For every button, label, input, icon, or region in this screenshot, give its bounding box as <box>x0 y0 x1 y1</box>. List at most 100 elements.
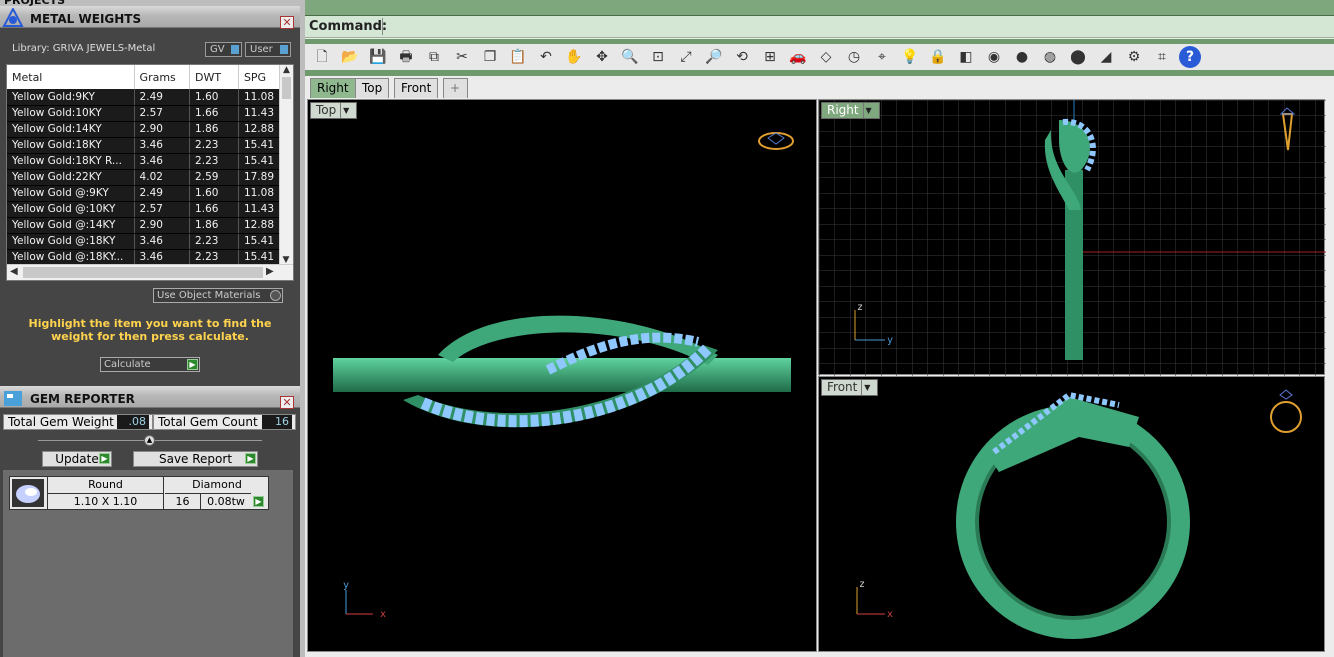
viewport-front-label[interactable]: Front ▼ <box>821 379 879 396</box>
spotlight-icon[interactable]: ◢ <box>1095 46 1117 68</box>
table-hscrollbar[interactable]: ◀ ▶ <box>7 264 293 280</box>
collapse-handle-icon[interactable]: ▲ <box>144 435 155 446</box>
new-file-icon[interactable]: 🗋 <box>311 46 333 68</box>
copy-file-icon[interactable]: ⧉ <box>423 46 445 68</box>
snap-icon[interactable]: ⌖ <box>871 46 893 68</box>
axis-y-label: y <box>343 580 349 591</box>
gv-toggle[interactable]: GV <box>205 42 242 57</box>
axis-z-label: z <box>859 579 865 590</box>
update-button[interactable]: Update ▶ <box>42 451 112 467</box>
dwt-cell: 1.60 <box>189 89 239 106</box>
table-row[interactable]: Yellow Gold @:18KY... 3.46 2.23 15.41 <box>7 249 280 265</box>
metal-table: Metal Grams DWT SPG Yellow Gold:9KY 2.49 1… <box>6 64 294 281</box>
dimension-icon[interactable]: ⌗ <box>1151 46 1173 68</box>
undo-icon[interactable]: ↶ <box>535 46 557 68</box>
viewport-top[interactable]: Top ▼ y x <box>307 99 817 652</box>
metal-weights-title: METAL WEIGHTS <box>30 12 142 26</box>
user-toggle[interactable]: User <box>245 42 291 57</box>
render-icon[interactable]: ◍ <box>1039 46 1061 68</box>
lock-icon[interactable]: 🔒 <box>927 46 949 68</box>
open-folder-icon[interactable]: 📂 <box>339 46 361 68</box>
table-row[interactable]: Yellow Gold @:14KY 2.90 1.86 12.88 <box>7 217 280 234</box>
grams-cell: 3.46 <box>134 137 191 154</box>
tab-top[interactable]: Top <box>355 78 390 98</box>
table-row[interactable]: Yellow Gold:18KY 3.46 2.23 15.41 <box>7 137 280 154</box>
table-row[interactable]: Yellow Gold:9KY 2.49 1.60 11.08 <box>7 89 280 106</box>
tab-add[interactable]: + <box>443 78 468 98</box>
col-metal[interactable]: Metal <box>7 65 135 89</box>
four-viewports-icon[interactable]: ⊞ <box>759 46 781 68</box>
metal-cell: Yellow Gold @:14KY <box>7 217 135 234</box>
tab-front[interactable]: Front <box>394 78 439 98</box>
copy-icon[interactable]: ❐ <box>479 46 501 68</box>
table-row[interactable]: Yellow Gold:14KY 2.90 1.86 12.88 <box>7 121 280 138</box>
hscroll-thumb[interactable] <box>23 267 263 278</box>
col-dwt[interactable]: DWT <box>189 65 239 89</box>
dwt-cell: 1.60 <box>189 185 239 202</box>
grams-cell: 4.02 <box>134 169 191 186</box>
total-gem-weight: Total Gem Weight .08 <box>3 414 153 430</box>
close-icon[interactable]: ✕ <box>280 396 294 409</box>
scroll-left-icon[interactable]: ◀ <box>10 266 18 277</box>
table-row[interactable]: Yellow Gold:18KY R... 3.46 2.23 15.41 <box>7 153 280 170</box>
paste-icon[interactable]: 📋 <box>507 46 529 68</box>
hint-text: Highlight the item you want to find the … <box>28 317 272 343</box>
col-grams[interactable]: Grams <box>134 65 191 89</box>
surface-icon[interactable]: ◇ <box>815 46 837 68</box>
play-icon: ▶ <box>187 359 198 370</box>
main-area: Command: 🗋 📂 💾 🖶 ⧉ ✂ ❐ 📋 ↶ ✋ ✥ 🔍 ⊡ ⤢ 🔎 ⟲ ⊞ 🚗 ◇ ◷ ⌖ 💡 🔒 ◧ ◉ ● ◍ ⬤ ◢ ⚙ ⌗… <box>305 0 1334 657</box>
save-report-button[interactable]: Save Report ▶ <box>133 451 258 467</box>
scroll-up-icon[interactable]: ▲ <box>280 65 293 75</box>
command-input[interactable] <box>382 18 1322 35</box>
car-icon[interactable]: 🚗 <box>787 46 809 68</box>
close-icon[interactable]: ✕ <box>280 16 294 29</box>
zoom-icon[interactable]: 🔍 <box>619 46 641 68</box>
shade-icon[interactable]: ● <box>1011 46 1033 68</box>
gem-shape: Round <box>47 477 164 493</box>
table-row[interactable]: Yellow Gold @:9KY 2.49 1.60 11.08 <box>7 185 280 202</box>
settings-icon[interactable]: ⚙ <box>1123 46 1145 68</box>
tab-right[interactable]: Right <box>310 78 356 98</box>
metal-cell: Yellow Gold:18KY R... <box>7 153 135 170</box>
table-row[interactable]: Yellow Gold @:18KY 3.46 2.23 15.41 <box>7 233 280 250</box>
zoom-window-icon[interactable]: ⊡ <box>647 46 669 68</box>
play-icon[interactable]: ▶ <box>253 496 264 507</box>
light-icon[interactable]: 💡 <box>899 46 921 68</box>
move-icon[interactable]: ✥ <box>591 46 613 68</box>
dwt-cell: 2.23 <box>189 153 239 170</box>
viewport-right-label[interactable]: Right ▼ <box>821 102 880 119</box>
use-object-materials-toggle[interactable]: Use Object Materials <box>153 288 283 303</box>
color-wheel-icon[interactable]: ◉ <box>983 46 1005 68</box>
col-spg[interactable]: SPG <box>238 65 280 89</box>
clock-icon[interactable]: ◷ <box>843 46 865 68</box>
scroll-thumb[interactable] <box>282 77 291 99</box>
table-row[interactable]: Yellow Gold:10KY 2.57 1.66 11.43 <box>7 105 280 122</box>
command-line[interactable]: Command: <box>305 16 1334 38</box>
viewport-right[interactable]: z y Right ▼ <box>818 99 1326 376</box>
metal-cell: Yellow Gold:18KY <box>7 137 135 154</box>
total-gem-count-label: Total Gem Count <box>158 415 258 429</box>
help-icon[interactable]: ? <box>1179 46 1201 68</box>
print-icon[interactable]: 🖶 <box>395 46 417 68</box>
gem-reporter-icon <box>4 391 22 406</box>
gem-weight: 0.08tw <box>201 493 251 509</box>
table-vscrollbar[interactable]: ▲ ▼ <box>279 65 293 265</box>
layers-icon[interactable]: ◧ <box>955 46 977 68</box>
spg-cell: 15.41 <box>238 249 280 265</box>
axis-x-label: x <box>887 609 893 620</box>
grams-cell: 3.46 <box>134 233 191 250</box>
cut-icon[interactable]: ✂ <box>451 46 473 68</box>
table-row[interactable]: Yellow Gold @:10KY 2.57 1.66 11.43 <box>7 201 280 218</box>
gem-reporter-titlebar: GEM REPORTER ✕ <box>0 386 300 409</box>
gem-row[interactable]: Round 1.10 X 1.10 Diamond 16 0.08tw ▶ <box>9 476 269 510</box>
zoom-selected-icon[interactable]: 🔎 <box>703 46 725 68</box>
viewport-front[interactable]: z x Front ▼ <box>818 376 1325 652</box>
zoom-extents-icon[interactable]: ⤢ <box>675 46 697 68</box>
calculate-button[interactable]: Calculate ▶ <box>100 357 200 372</box>
sphere-icon[interactable]: ⬤ <box>1067 46 1089 68</box>
pan-icon[interactable]: ✋ <box>563 46 585 68</box>
save-icon[interactable]: 💾 <box>367 46 389 68</box>
rotate-view-icon[interactable]: ⟲ <box>731 46 753 68</box>
scroll-right-icon[interactable]: ▶ <box>266 266 274 277</box>
table-row[interactable]: Yellow Gold:22KY 4.02 2.59 17.89 <box>7 169 280 186</box>
